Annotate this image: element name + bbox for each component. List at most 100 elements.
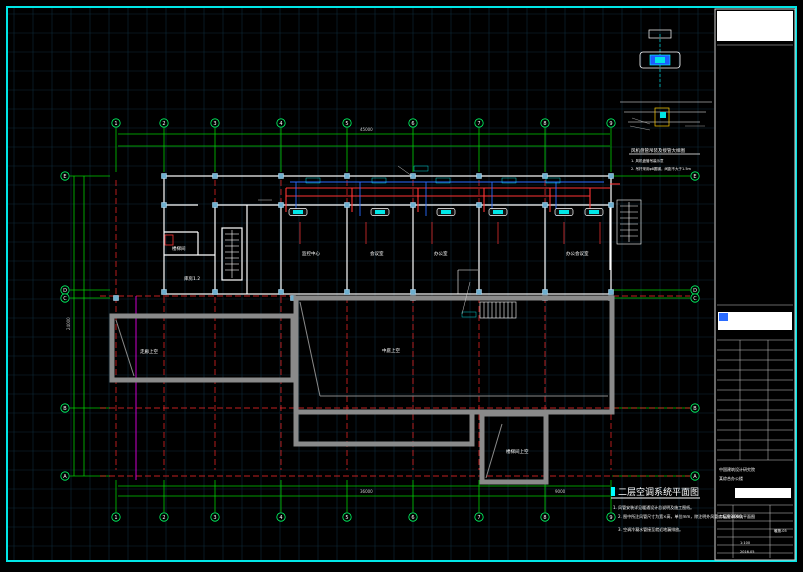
axis-label: 8: [543, 515, 546, 521]
column: [476, 173, 482, 179]
axis-label: 2: [162, 515, 165, 521]
axis-label: 4: [279, 515, 282, 521]
axis-label: B: [63, 406, 67, 412]
stair-right: [616, 199, 642, 245]
note-line-3: 3. 空调冷凝水管接至就近地漏排放。: [618, 526, 683, 532]
room-label-stair-small: 楼梯间上空: [506, 448, 529, 455]
axis-label: 5: [345, 515, 348, 521]
column: [212, 173, 218, 179]
drawing-title-group: 二层空调系统平面图 1. 风管安装详见暖通设计总说明及施工图纸。 2. 图中所注…: [611, 486, 746, 532]
axis-label: D: [63, 288, 67, 294]
detail-note-1: 1. 风机盘管吊装示意: [631, 158, 664, 163]
fan-coil-coil: [441, 210, 451, 214]
axis-label: 9: [609, 121, 612, 127]
column: [476, 289, 482, 295]
column: [212, 202, 218, 208]
axis-label: 3: [213, 121, 216, 127]
column: [476, 202, 482, 208]
axis-label: 9: [609, 515, 612, 521]
column: [113, 295, 119, 301]
column: [410, 202, 416, 208]
axis-label: 5: [345, 121, 348, 127]
fan-coil-coil: [559, 210, 569, 214]
column: [161, 173, 167, 179]
room-label-office-1: 监控中心: [302, 250, 320, 257]
structural-axis-dashes: [100, 180, 690, 477]
column: [278, 289, 284, 295]
column: [278, 202, 284, 208]
background-grid: [8, 8, 714, 560]
axis-label: 6: [411, 121, 414, 127]
cad-drawing-viewport[interactable]: 112233445566778899EEDDCCBBAA 45000 24000…: [0, 0, 803, 568]
room-label-hall-center: 中庭上空: [382, 347, 400, 354]
column: [608, 289, 614, 295]
axis-label: E: [693, 174, 696, 180]
room-label-stair: 楼梯间: [172, 245, 186, 252]
fan-coil-coil: [589, 210, 599, 214]
fan-coil-coil: [293, 210, 303, 214]
duct-runs: [285, 183, 620, 212]
axis-label: A: [693, 474, 697, 480]
column: [161, 202, 167, 208]
company-name: 中国建筑设计研究院: [719, 466, 755, 472]
room-label-office-2: 会议室: [370, 250, 384, 257]
column: [278, 173, 284, 179]
room-label-office-3: 办公室: [434, 250, 448, 257]
axis-label: 6: [411, 515, 414, 521]
drawing-name: 二层空调系统平面图: [719, 513, 755, 519]
axis-label: E: [63, 174, 66, 180]
room-labels: 楼梯间 库房1.2 监控中心 会议室 办公室 办公会议室 走廊上空 中庭上空 楼…: [140, 245, 589, 455]
column: [410, 173, 416, 179]
column: [542, 202, 548, 208]
overall-dimension-left: 24000: [66, 317, 71, 330]
column: [344, 202, 350, 208]
lower-floor-diagonals: [115, 301, 608, 479]
fan-coil-coil: [493, 210, 503, 214]
condensate-pipes: [299, 222, 601, 244]
note-line-1: 1. 风管安装详见暖通设计总说明及施工图纸。: [613, 504, 694, 510]
drawing-title: 二层空调系统平面图: [618, 486, 699, 498]
axis-label: A: [63, 474, 67, 480]
axis-bubbles: 112233445566778899E ED DC CB BA A: [60, 118, 700, 522]
overall-dimension-top: 45000: [360, 127, 373, 132]
axis-label: 1: [114, 515, 117, 521]
axis-label: C: [63, 296, 67, 302]
axis-label: 7: [477, 121, 480, 127]
column: [344, 289, 350, 295]
column: [410, 289, 416, 295]
stair-left: [225, 230, 239, 278]
detail-caption: 风机盘管吊装及接管大样图: [631, 147, 685, 154]
axis-label: 3: [213, 515, 216, 521]
room-label-hall-left: 走廊上空: [140, 348, 158, 355]
axis-label: 4: [279, 121, 282, 127]
axis-label: C: [693, 296, 697, 302]
lower-floor-outlines: [109, 295, 615, 485]
fan-coil-coil: [375, 210, 385, 214]
cad-drawing-canvas: 112233445566778899E ED DC CB BA A 45000 24000…: [6, 6, 797, 562]
axis-label: B: [693, 406, 697, 412]
room-label-office-4: 办公会议室: [566, 250, 589, 257]
column: [344, 173, 350, 179]
axis-label: 2: [162, 121, 165, 127]
project-name: 某综合办公楼: [719, 475, 743, 481]
axis-label: 1: [114, 121, 117, 127]
axis-grid-lines: [70, 128, 690, 512]
column: [212, 289, 218, 295]
overall-dimension-bottom-a: 36000: [360, 489, 373, 494]
column: [161, 289, 167, 295]
date: 2016.05: [740, 550, 754, 554]
detail-note-2: 2. 吊杆采用φ8圆钢，间距不大于1.5m: [631, 166, 692, 171]
axis-label: 7: [477, 515, 480, 521]
upper-floor-walls: [163, 175, 612, 295]
title-block: 中国建筑设计研究院 某综合办公楼 二层空调系统平面图 暖施-05 1:100 2…: [717, 11, 793, 558]
column: [608, 173, 614, 179]
fan-coil-units: [288, 208, 604, 216]
column: [542, 289, 548, 295]
column: [608, 202, 614, 208]
column: [542, 173, 548, 179]
scale: 1:100: [740, 541, 750, 545]
sheet-number: 暖施-05: [774, 528, 787, 533]
room-label-store: 库房1.2: [184, 275, 200, 282]
axis-label: 8: [543, 121, 546, 127]
axis-label: D: [693, 288, 697, 294]
